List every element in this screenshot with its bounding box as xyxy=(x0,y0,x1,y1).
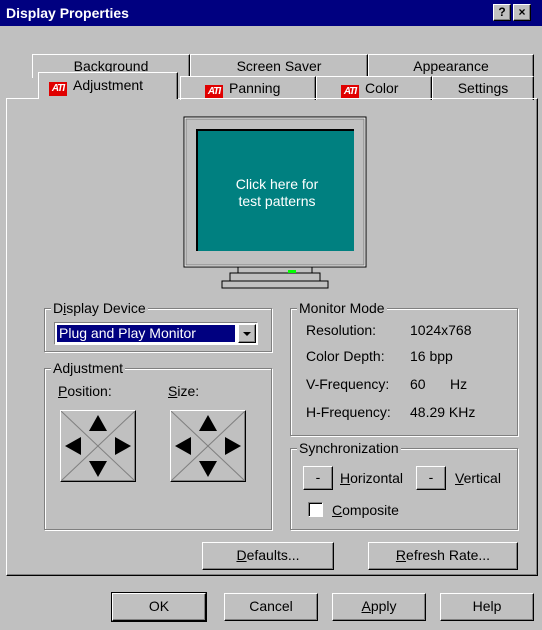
size-up-icon[interactable] xyxy=(199,415,217,431)
size-arrow-pad[interactable] xyxy=(170,410,246,482)
v-frequency-unit: Hz xyxy=(450,376,468,392)
tab-panning[interactable]: ATI Panning xyxy=(180,76,316,100)
chevron-down-icon xyxy=(243,332,251,336)
title-bar[interactable]: Display Properties ? × xyxy=(0,0,542,26)
h-frequency-value: 48.29 KHz xyxy=(410,404,476,420)
display-device-title: Display Device xyxy=(51,300,148,316)
help-bottom-button[interactable]: Help xyxy=(440,593,534,621)
position-label: Position: xyxy=(58,383,112,399)
v-frequency-label: V-Frequency: xyxy=(306,376,390,392)
color-depth-value: 16 bpp xyxy=(410,348,453,364)
size-left-icon[interactable] xyxy=(175,437,191,455)
monitor-mode-title: Monitor Mode xyxy=(297,300,387,316)
position-up-icon[interactable] xyxy=(89,415,107,431)
refresh-rate-button[interactable]: Refresh Rate... xyxy=(368,542,518,570)
test-pattern-line1: Click here for xyxy=(235,176,319,192)
composite-label: Composite xyxy=(332,502,399,518)
color-depth-label: Color Depth: xyxy=(306,348,385,364)
composite-checkbox[interactable] xyxy=(308,502,323,517)
ati-logo-icon: ATI xyxy=(341,85,359,99)
size-label: Size: xyxy=(168,383,200,399)
display-device-value: Plug and Play Monitor xyxy=(57,325,235,342)
test-pattern-line2: test patterns xyxy=(238,193,316,209)
defaults-button[interactable]: Defaults... xyxy=(202,542,334,570)
help-button[interactable]: ? xyxy=(493,4,511,21)
tab-screen-saver[interactable]: Screen Saver xyxy=(190,54,368,78)
window-title: Display Properties xyxy=(6,5,129,21)
position-down-icon[interactable] xyxy=(89,461,107,477)
size-down-icon[interactable] xyxy=(199,461,217,477)
position-arrow-pad[interactable] xyxy=(60,410,136,482)
size-right-icon[interactable] xyxy=(225,437,241,455)
vertical-label: Vertical xyxy=(455,470,501,486)
cancel-button[interactable]: Cancel xyxy=(224,593,318,621)
adjustment-title: Adjustment xyxy=(51,360,126,376)
dropdown-button[interactable] xyxy=(238,324,256,343)
display-device-select[interactable]: Plug and Play Monitor xyxy=(54,322,258,345)
ati-logo-icon: ATI xyxy=(205,85,223,99)
tab-appearance[interactable]: Appearance xyxy=(368,54,534,78)
ati-logo-icon: ATI xyxy=(49,82,67,96)
synchronization-title: Synchronization xyxy=(297,440,401,456)
h-frequency-label: H-Frequency: xyxy=(306,404,391,420)
horizontal-toggle-button[interactable]: - xyxy=(303,466,333,490)
close-button[interactable]: × xyxy=(513,4,531,21)
position-left-icon[interactable] xyxy=(65,437,81,455)
vertical-toggle-button[interactable]: - xyxy=(416,466,446,490)
position-right-icon[interactable] xyxy=(115,437,131,455)
horizontal-label: Horizontal xyxy=(340,470,404,486)
resolution-value: 1024x768 xyxy=(410,322,472,338)
display-properties-window: Display Properties ? × Background Screen… xyxy=(0,0,542,630)
resolution-label: Resolution: xyxy=(306,322,377,338)
tab-adjustment[interactable]: ATI Adjustment xyxy=(38,72,178,99)
ok-button[interactable]: OK xyxy=(111,592,207,622)
tab-settings[interactable]: Settings xyxy=(432,76,534,100)
v-frequency-value: 60 xyxy=(410,376,426,392)
apply-button[interactable]: Apply xyxy=(332,593,426,621)
tab-color[interactable]: ATI Color xyxy=(316,76,432,100)
